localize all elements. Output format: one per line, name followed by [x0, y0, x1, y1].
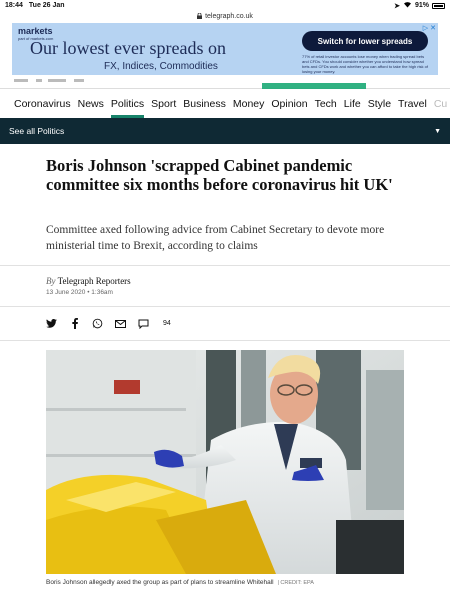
ad-cta-button[interactable]: Switch for lower spreads: [302, 31, 428, 51]
facebook-icon[interactable]: [69, 318, 80, 329]
status-time: 18:44: [5, 2, 23, 9]
comment-count[interactable]: 94: [163, 320, 171, 327]
divider: [0, 265, 450, 266]
masthead-mark: [36, 79, 42, 82]
photo-credit: | CREDIT: EPA: [277, 580, 314, 586]
article-headline: Boris Johnson 'scrapped Cabinet pandemic…: [46, 156, 393, 194]
nav-item-news[interactable]: News: [78, 90, 104, 118]
byline-prefix: By: [46, 276, 56, 286]
masthead-mark: [14, 79, 28, 82]
nav-item-sport[interactable]: Sport: [151, 90, 176, 118]
comment-icon[interactable]: [138, 318, 149, 329]
photo-caption: Boris Johnson allegedly axed the group a…: [46, 579, 314, 586]
nav-item-travel[interactable]: Travel: [398, 90, 427, 118]
share-bar: 94: [46, 318, 171, 329]
nav-item-tech[interactable]: Tech: [315, 90, 337, 118]
divider: [0, 340, 450, 341]
masthead-strip: [0, 75, 450, 89]
nav-item-life[interactable]: Life: [344, 90, 361, 118]
twitter-icon[interactable]: [46, 318, 57, 329]
ad-headline: Our lowest ever spreads on: [30, 38, 226, 58]
section-nav: Coronavirus News Politics Sport Business…: [0, 90, 450, 118]
article-standfirst: Committee axed following advice from Cab…: [46, 224, 385, 252]
author-link[interactable]: Telegraph Reporters: [58, 276, 131, 286]
masthead-highlight: [262, 83, 366, 89]
nav-item-coronavirus[interactable]: Coronavirus: [14, 90, 71, 118]
byline: By Telegraph Reporters: [46, 276, 131, 286]
ad-disclaimer: 77% of retail investor accounts lose mon…: [302, 54, 428, 74]
nav-item-business[interactable]: Business: [183, 90, 226, 118]
status-bar: 18:44 Tue 26 Jan ➤ 91%: [0, 0, 450, 11]
chevron-down-icon: ▼: [434, 127, 441, 135]
nav-item-money[interactable]: Money: [233, 90, 265, 118]
masthead-mark: [48, 79, 66, 82]
battery-percent: 91%: [414, 2, 429, 9]
location-icon: ➤: [394, 2, 400, 10]
nav-item-culture[interactable]: Cu: [434, 90, 447, 118]
ad-subline: FX, Indices, Commodities: [104, 61, 218, 72]
caption-text: Boris Johnson allegedly axed the group a…: [46, 579, 274, 586]
wifi-icon: [403, 1, 412, 10]
section-dropdown[interactable]: See all Politics ▼: [0, 118, 450, 144]
nav-item-style[interactable]: Style: [368, 90, 391, 118]
lock-icon: [197, 12, 203, 21]
section-link-label: See all Politics: [9, 126, 65, 136]
divider: [0, 306, 450, 307]
status-date: Tue 26 Jan: [28, 2, 65, 9]
address-bar[interactable]: telegraph.co.uk: [0, 11, 450, 22]
battery-icon: [432, 2, 445, 9]
nav-item-politics[interactable]: Politics: [110, 90, 145, 118]
email-icon[interactable]: [115, 318, 126, 329]
masthead-mark: [74, 79, 84, 82]
whatsapp-icon[interactable]: [92, 318, 103, 329]
nav-item-opinion[interactable]: Opinion: [271, 90, 307, 118]
article-photo: [46, 350, 404, 574]
advertisement-banner[interactable]: markets part of markets.com Our lowest e…: [12, 23, 438, 75]
ad-close-icon[interactable]: ▷ ✕: [423, 24, 436, 32]
publish-date: 13 June 2020 • 1:36am: [46, 289, 113, 296]
url-text: telegraph.co.uk: [205, 13, 253, 20]
